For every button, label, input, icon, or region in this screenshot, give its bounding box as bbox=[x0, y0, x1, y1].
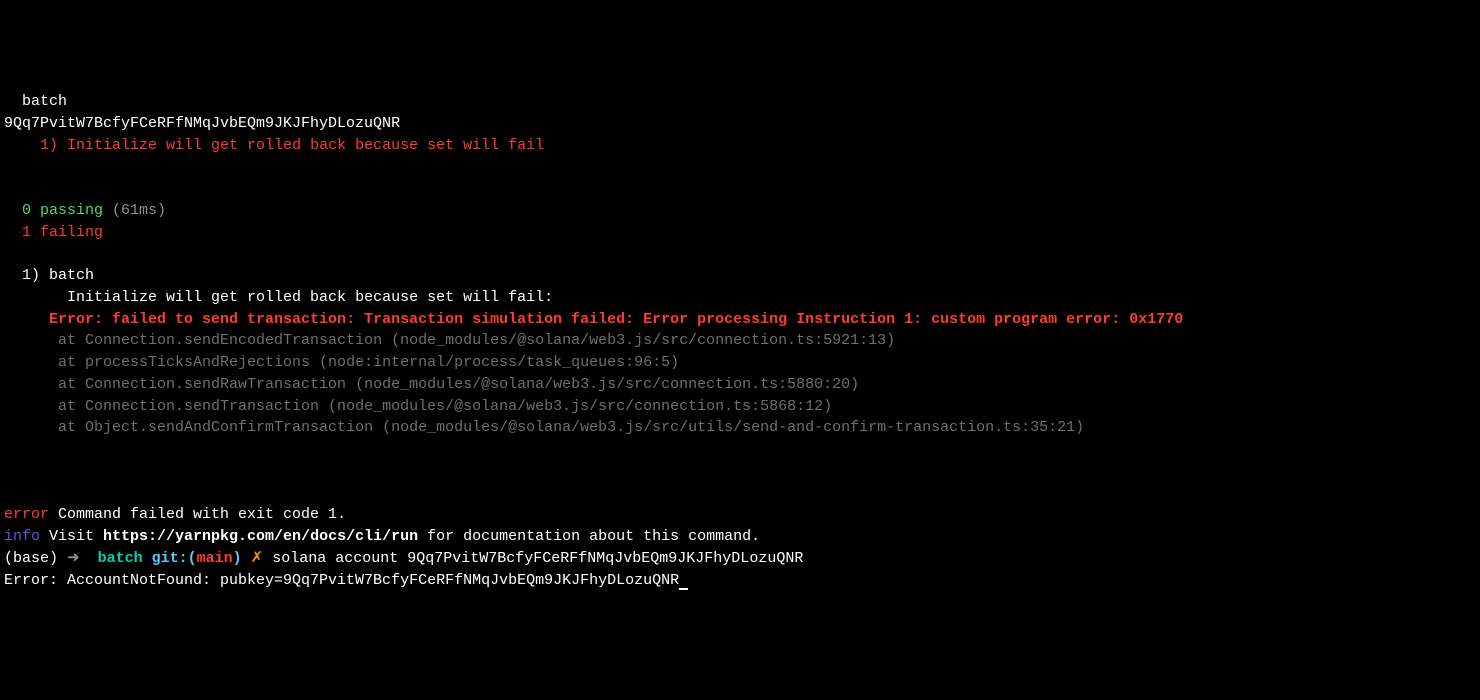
yarn-error-line: error Command failed with exit code 1. bbox=[4, 506, 346, 523]
result-error: Error: AccountNotFound: pubkey=9Qq7PvitW… bbox=[4, 572, 679, 589]
error-message: Error: failed to send transaction: Trans… bbox=[4, 311, 1183, 328]
stack-line-1: at processTicksAndRejections (node:inter… bbox=[4, 354, 679, 371]
stack-line-3: at Connection.sendTransaction (node_modu… bbox=[4, 398, 832, 415]
passing-summary: 0 passing (61ms) bbox=[4, 202, 166, 219]
stack-line-2: at Connection.sendRawTransaction (node_m… bbox=[4, 376, 859, 393]
failure-title: Initialize will get rolled back because … bbox=[4, 289, 553, 306]
failing-summary: 1 failing bbox=[4, 224, 103, 241]
terminal-output[interactable]: batch 9Qq7PvitW7BcfyFCeRFfNMqJvbEQm9JKJF… bbox=[4, 91, 1476, 591]
failure-header: 1) batch bbox=[4, 267, 94, 284]
stack-line-4: at Object.sendAndConfirmTransaction (nod… bbox=[4, 419, 1084, 436]
yarn-info-line: info Visit https://yarnpkg.com/en/docs/c… bbox=[4, 528, 760, 545]
failing-test-line: 1) Initialize will get rolled back becau… bbox=[4, 137, 544, 154]
suite-name-line: batch bbox=[4, 93, 67, 110]
stack-line-0: at Connection.sendEncodedTransaction (no… bbox=[4, 332, 895, 349]
command-input[interactable]: solana account 9Qq7PvitW7BcfyFCeRFfNMqJv… bbox=[263, 550, 803, 567]
cursor bbox=[679, 588, 688, 590]
account-id-line: 9Qq7PvitW7BcfyFCeRFfNMqJvbEQm9JKJFhyDLoz… bbox=[4, 115, 400, 132]
prompt-line[interactable]: (base) ➜ batch git:(main) ✗ solana accou… bbox=[4, 550, 803, 567]
